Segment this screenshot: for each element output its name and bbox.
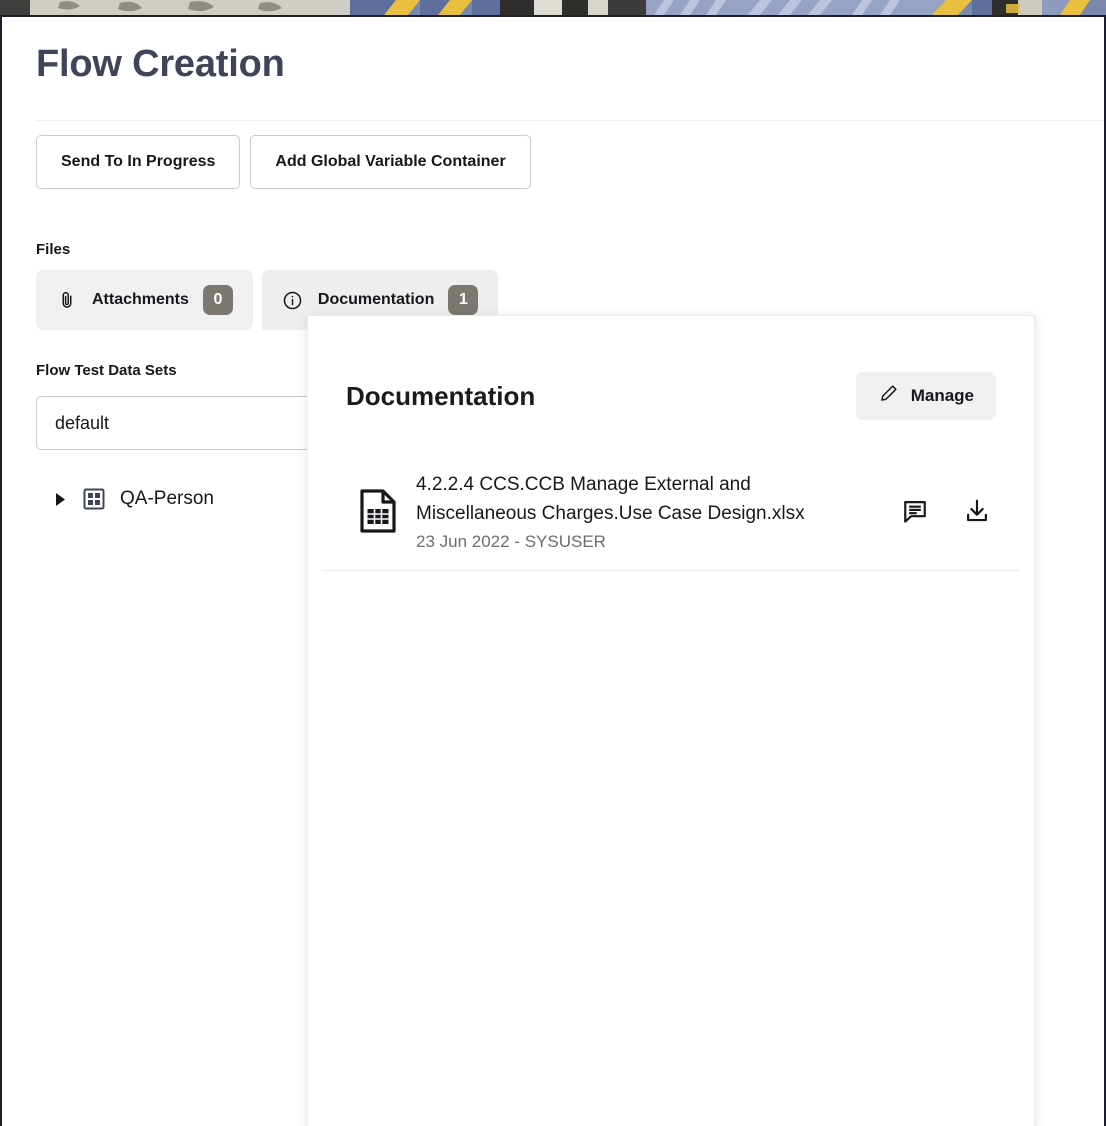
- spreadsheet-file-icon: [354, 489, 402, 533]
- pencil-icon: [878, 383, 899, 409]
- paperclip-icon: [56, 289, 78, 311]
- tab-attachments[interactable]: Attachments 0: [36, 270, 253, 330]
- send-to-in-progress-button[interactable]: Send To In Progress: [36, 135, 241, 189]
- documentation-item-actions: [900, 496, 992, 526]
- tab-documentation-label: Documentation: [317, 291, 435, 308]
- documentation-list-item[interactable]: 4.2.2.4 CCS.CCB Manage External and Misc…: [322, 456, 1020, 571]
- documentation-list: 4.2.2.4 CCS.CCB Manage External and Misc…: [308, 456, 1034, 571]
- tab-attachments-label: Attachments: [92, 291, 189, 308]
- manage-button[interactable]: Manage: [855, 372, 996, 420]
- chevron-right-icon[interactable]: [54, 491, 68, 507]
- tab-attachments-badge: 0: [202, 285, 233, 315]
- flow-test-data-sets-label: Flow Test Data Sets: [36, 362, 177, 379]
- page-title: Flow Creation: [36, 43, 285, 85]
- screenshot-root: Flow Creation Send To In Progress Add Gl…: [0, 0, 1106, 1126]
- comment-icon[interactable]: [900, 496, 930, 526]
- tree-item-qa-person-label: QA-Person: [120, 488, 214, 509]
- documentation-panel-title: Documentation: [346, 380, 536, 411]
- documentation-item-name: 4.2.2.4 CCS.CCB Manage External and Misc…: [416, 474, 805, 524]
- background-photo-strip: [0, 0, 1106, 15]
- info-circle-icon: [282, 289, 304, 311]
- page-viewport: Flow Creation Send To In Progress Add Gl…: [0, 15, 1106, 1126]
- documentation-item-meta: 23 Jun 2022 - SYSUSER: [416, 532, 606, 551]
- header-divider: [36, 120, 1104, 121]
- add-global-variable-container-button[interactable]: Add Global Variable Container: [250, 135, 531, 189]
- documentation-panel: Documentation Manage 4.2.2.4 CCS.CCB Man…: [307, 315, 1035, 1126]
- documentation-panel-header: Documentation Manage: [346, 372, 996, 420]
- tree-item-qa-person[interactable]: QA-Person: [54, 487, 214, 511]
- download-icon[interactable]: [962, 496, 992, 526]
- tab-documentation-badge: 1: [448, 285, 479, 315]
- grid-icon: [82, 487, 106, 511]
- action-button-row: Send To In Progress Add Global Variable …: [36, 135, 531, 189]
- manage-button-label: Manage: [910, 386, 974, 405]
- documentation-item-info: 4.2.2.4 CCS.CCB Manage External and Misc…: [416, 470, 836, 552]
- files-section-label: Files: [36, 241, 71, 258]
